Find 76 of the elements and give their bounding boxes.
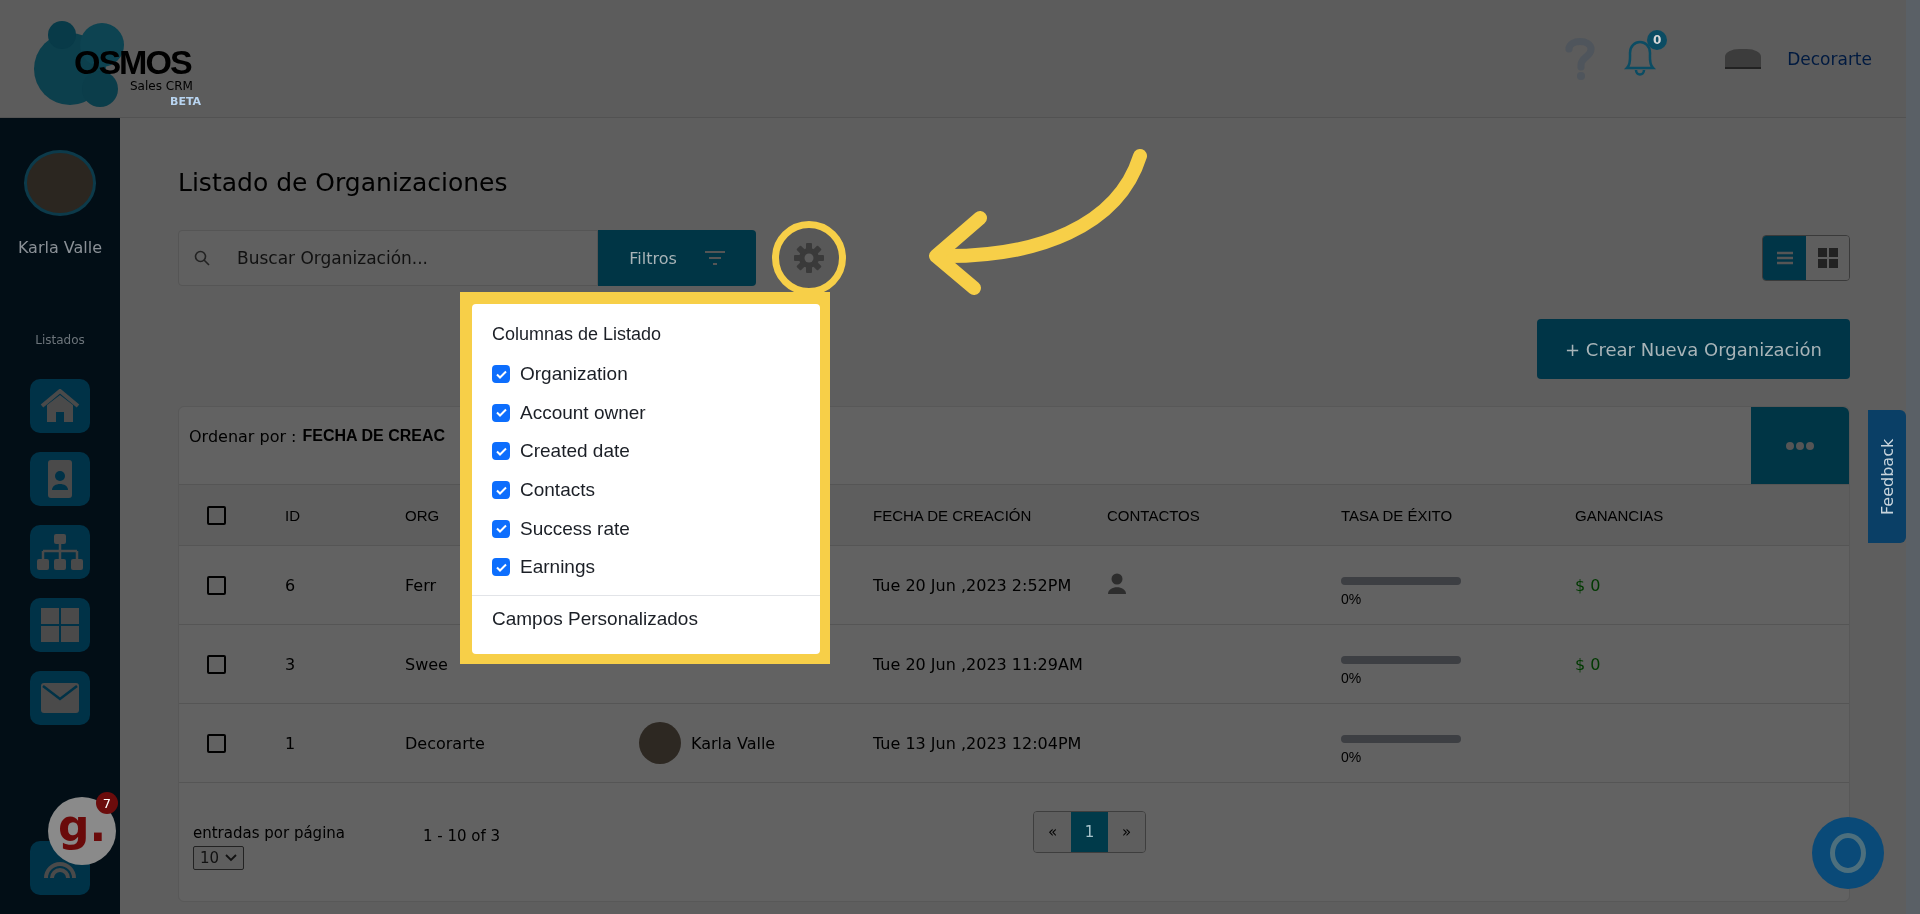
page-title: Listado de Organizaciones (178, 168, 509, 197)
column-option[interactable]: Created date (472, 432, 820, 471)
owner-avatar (639, 722, 681, 764)
column-header: GANANCIAS (1575, 506, 1665, 524)
checkbox[interactable] (492, 403, 510, 422)
grid-icon (41, 607, 79, 642)
checkbox[interactable] (492, 558, 510, 577)
grid-icon (1817, 248, 1838, 268)
ring-icon (1830, 833, 1866, 873)
custom-fields-link[interactable]: Campos Personalizados (472, 607, 820, 630)
check-icon (495, 408, 507, 418)
more-icon (1785, 440, 1815, 451)
check-icon (495, 524, 507, 534)
settings-icon (793, 242, 825, 274)
create-organization-button[interactable]: + Crear Nueva Organización (1537, 319, 1850, 379)
filter-button[interactable]: Filtros (598, 230, 756, 286)
column-header: ID (285, 506, 301, 524)
check-icon (495, 485, 507, 495)
column-header: ORG (405, 506, 441, 524)
page-button[interactable]: 1 (1071, 812, 1108, 852)
row-checkbox[interactable] (207, 654, 226, 674)
id-card-icon (47, 458, 73, 499)
select-all-checkbox[interactable] (207, 505, 226, 525)
table-cell-text: Decorarte (405, 733, 486, 753)
table-cell-text: Swee (405, 654, 449, 674)
check-icon (495, 562, 507, 572)
checkbox[interactable] (492, 365, 510, 384)
column-option[interactable]: Contacts (472, 470, 820, 510)
success-rate: 0% (1341, 670, 1363, 686)
checkbox[interactable] (492, 519, 510, 538)
earnings-value: $ 0 (1575, 654, 1602, 674)
table-cell-text: Ferr (405, 575, 438, 595)
table-cell-text: 3 (285, 654, 297, 674)
earnings-value: $ 0 (1575, 575, 1602, 595)
search-field[interactable]: Buscar Organización... (178, 230, 598, 286)
checkbox[interactable] (492, 481, 510, 500)
column-header: CONTACTOS (1107, 506, 1201, 524)
feedback-tab[interactable]: Feedback (1868, 410, 1906, 543)
success-rate: 0% (1341, 749, 1363, 765)
column-option[interactable]: Earnings (472, 547, 820, 587)
beta-label: BETA (170, 94, 202, 108)
view-toggle-button[interactable] (1763, 236, 1806, 280)
user-name: Karla Valle (17, 237, 103, 257)
list-icon (1776, 251, 1793, 265)
per-page-label: entradas por página (193, 824, 345, 842)
notification-count: 0 (1647, 29, 1668, 50)
filter-icon (704, 251, 725, 265)
mail-icon (41, 682, 79, 713)
success-rate: 0% (1341, 591, 1363, 607)
column-option[interactable]: Organization (472, 355, 820, 394)
logo-subtitle: Sales CRM (130, 78, 193, 93)
search-icon (194, 250, 210, 266)
column-header: FECHA DE CREACIÓN (873, 506, 1033, 524)
column-option[interactable]: Account owner (472, 393, 820, 433)
org-chart-icon (37, 532, 83, 571)
table-cell-text: 6 (285, 575, 297, 595)
check-icon (495, 447, 507, 456)
table-cell-text: Tue 20 Jun ,2023 11:29AM (873, 654, 1084, 674)
check-icon (495, 369, 507, 379)
section-label: Listados (35, 332, 85, 347)
company-logo (1725, 48, 1762, 69)
table-cell-text: 1 (285, 733, 297, 753)
menu-title: Columnas de Listado (491, 324, 663, 345)
home-icon (40, 388, 80, 423)
column-header: TASA DE ÉXITO (1341, 506, 1454, 524)
chevron-down-icon (225, 854, 238, 862)
row-checkbox[interactable] (207, 733, 226, 753)
sort-label: Ordenar por : (189, 427, 297, 446)
sort-value[interactable]: FECHA DE CREAC (302, 427, 446, 445)
owner-name: Karla Valle (691, 733, 776, 753)
column-option[interactable]: Success rate (472, 509, 820, 548)
table-cell-text: Tue 13 Jun ,2023 12:04PM (873, 733, 1083, 753)
row-checkbox[interactable] (207, 575, 226, 595)
checkbox[interactable] (492, 442, 510, 461)
table-cell-text: Tue 20 Jun ,2023 2:52PM (873, 575, 1073, 595)
range-text: 1 - 10 of 3 (423, 827, 502, 845)
